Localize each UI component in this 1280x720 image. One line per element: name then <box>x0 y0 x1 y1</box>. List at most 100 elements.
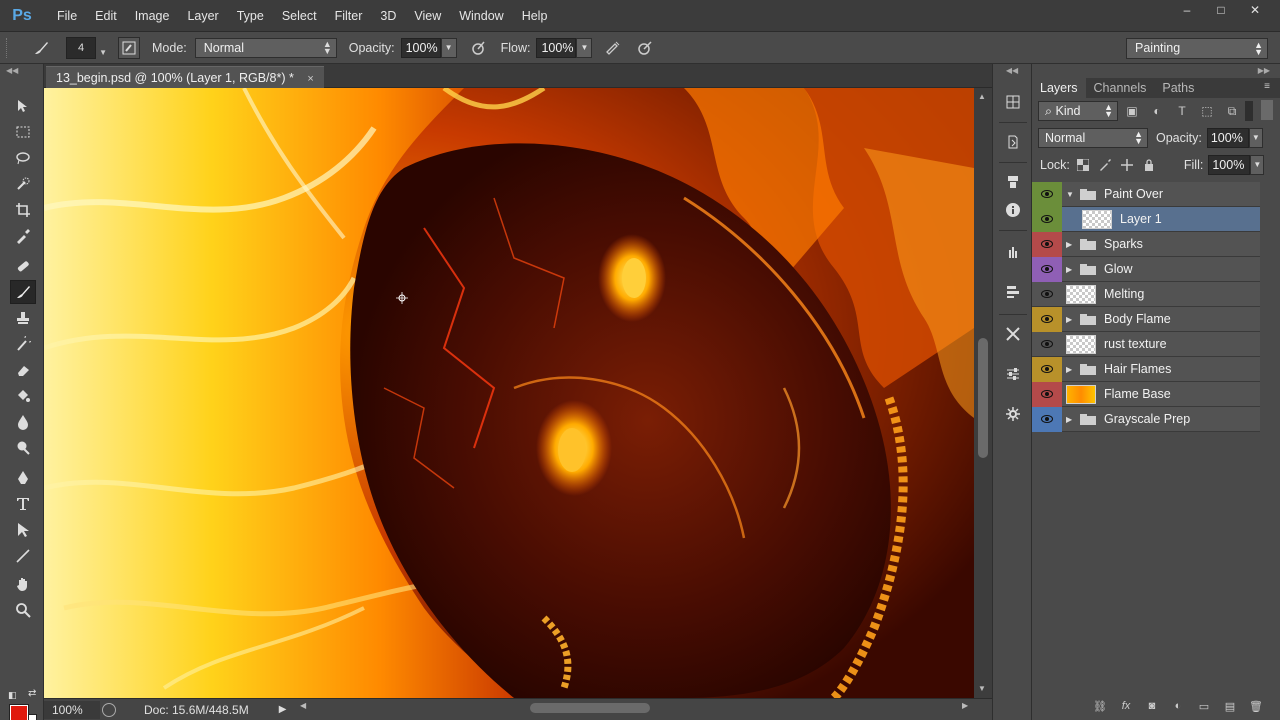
blur-tool[interactable] <box>10 410 36 434</box>
visibility-toggle[interactable] <box>1032 231 1062 257</box>
pen-tool[interactable] <box>10 466 36 490</box>
expand-triangle-icon[interactable]: ▶ <box>1066 265 1078 274</box>
hand-tool[interactable] <box>10 572 36 596</box>
line-tool[interactable] <box>10 544 36 568</box>
canvas-horizontal-scrollbar[interactable]: ◀ ▶ <box>300 701 980 715</box>
add-mask-icon[interactable]: ◙ <box>1142 697 1162 715</box>
swap-colors-icon[interactable]: ⇄ <box>28 688 36 699</box>
visibility-toggle[interactable] <box>1032 206 1062 232</box>
filter-kind-select[interactable]: ⌕ Kind ▲ ▼ <box>1038 101 1118 121</box>
history-brush-tool[interactable] <box>10 332 36 356</box>
filter-pixel-icon[interactable]: ▣ <box>1121 101 1143 121</box>
expand-triangle-icon[interactable]: ▶ <box>1066 315 1078 324</box>
visibility-toggle[interactable] <box>1032 256 1062 282</box>
tab-paths[interactable]: Paths <box>1154 78 1202 98</box>
lasso-tool[interactable] <box>10 146 36 170</box>
expand-triangle-icon[interactable]: ▼ <box>1066 190 1078 199</box>
menu-layer[interactable]: Layer <box>178 0 227 32</box>
layers-scrollbar-thumb[interactable] <box>1261 100 1273 120</box>
visibility-toggle[interactable] <box>1032 282 1062 307</box>
move-tool[interactable] <box>10 94 36 118</box>
layer-row-sparks[interactable]: ▶ Sparks <box>1032 231 1260 257</box>
layer-opacity-dropdown[interactable]: ▼ <box>1248 128 1263 148</box>
visibility-toggle[interactable] <box>1032 356 1062 382</box>
layer-row-grayscale-prep[interactable]: ▶ Grayscale Prep <box>1032 406 1260 432</box>
eyedropper-tool[interactable] <box>10 224 36 248</box>
lock-image-icon[interactable] <box>1096 156 1114 174</box>
healing-brush-tool[interactable] <box>10 254 36 278</box>
menu-view[interactable]: View <box>405 0 450 32</box>
visibility-toggle[interactable] <box>1032 332 1062 357</box>
expand-triangle-icon[interactable]: ▶ <box>1066 365 1078 374</box>
clone-source-button[interactable] <box>1001 280 1025 304</box>
filter-type-icon[interactable]: T <box>1171 101 1193 121</box>
filter-smartobject-icon[interactable]: ⧉ <box>1221 101 1243 121</box>
menu-filter[interactable]: Filter <box>326 0 372 32</box>
status-menu-arrow-icon[interactable]: ▶ <box>279 704 287 715</box>
pressure-opacity-button[interactable] <box>467 37 489 59</box>
layer-row-flame-base[interactable]: Flame Base <box>1032 381 1260 407</box>
filter-toggle-switch[interactable] <box>1245 101 1253 121</box>
menu-help[interactable]: Help <box>513 0 557 32</box>
close-tab-icon[interactable]: × <box>307 73 313 85</box>
flow-dropdown[interactable]: ▼ <box>576 37 593 58</box>
zoom-level-input[interactable]: 100% <box>44 700 100 719</box>
vertical-scroll-thumb[interactable] <box>978 338 988 458</box>
layer-row-body-flame[interactable]: ▶ Body Flame <box>1032 306 1260 332</box>
visibility-toggle[interactable] <box>1032 381 1062 407</box>
3d-panel-button[interactable] <box>1001 402 1025 426</box>
lock-position-icon[interactable] <box>1118 156 1136 174</box>
brush-size-picker[interactable]: 4 ▼ <box>66 36 107 59</box>
visibility-toggle[interactable] <box>1032 306 1062 332</box>
eraser-tool[interactable] <box>10 358 36 382</box>
history-panel-button[interactable] <box>1001 130 1025 154</box>
clone-stamp-tool[interactable] <box>10 306 36 330</box>
collapse-dock-button[interactable]: ◀◀ <box>993 64 1031 78</box>
horizontal-scroll-thumb[interactable] <box>530 703 650 713</box>
menu-window[interactable]: Window <box>450 0 512 32</box>
brush-presets-button[interactable] <box>1001 170 1025 194</box>
menu-type[interactable]: Type <box>228 0 273 32</box>
marquee-tool[interactable] <box>10 120 36 144</box>
info-panel-button[interactable] <box>1001 198 1025 222</box>
pressure-size-button[interactable] <box>634 37 656 59</box>
options-grip[interactable] <box>6 37 12 58</box>
layer-row-hair-flames[interactable]: ▶ Hair Flames <box>1032 356 1260 382</box>
brush-tool[interactable] <box>10 280 36 304</box>
trash-icon[interactable]: 🗑 <box>1246 697 1266 715</box>
mode-select[interactable]: Normal ▲ ▼ <box>194 37 337 58</box>
tab-layers[interactable]: Layers <box>1032 78 1086 98</box>
filter-adjustment-icon[interactable]: ◐ <box>1146 101 1168 121</box>
zoom-tool[interactable] <box>10 598 36 622</box>
workspace-switcher[interactable]: Painting ▲ ▼ <box>1126 38 1268 59</box>
tool-preset-picker[interactable] <box>28 37 54 59</box>
collapse-toolbar-button[interactable]: ◀◀ <box>0 64 43 78</box>
layer-row-melting[interactable]: Melting <box>1032 282 1260 307</box>
collapse-panel-button[interactable]: ▶▶ <box>1032 64 1280 78</box>
maximize-button[interactable]: □ <box>1204 0 1238 20</box>
path-selection-tool[interactable] <box>10 518 36 542</box>
dodge-tool[interactable] <box>10 436 36 460</box>
new-group-icon[interactable]: ▭ <box>1194 697 1214 715</box>
lock-transparent-icon[interactable] <box>1074 156 1092 174</box>
status-info-icon[interactable] <box>102 702 116 717</box>
adjustment-layer-icon[interactable]: ◐ <box>1168 697 1188 715</box>
flow-input[interactable]: 100% <box>536 37 577 58</box>
tab-channels[interactable]: Channels <box>1086 78 1155 98</box>
visibility-toggle[interactable] <box>1032 406 1062 432</box>
opacity-dropdown[interactable]: ▼ <box>440 37 457 58</box>
layer-row-layer-1[interactable]: Layer 1 <box>1032 206 1260 232</box>
expand-triangle-icon[interactable]: ▶ <box>1066 415 1078 424</box>
layer-row-glow[interactable]: ▶ Glow <box>1032 256 1260 282</box>
menu-image[interactable]: Image <box>126 0 179 32</box>
canvas-vertical-scrollbar[interactable]: ▲ ▼ <box>974 88 992 698</box>
scroll-left-icon[interactable]: ◀ <box>300 701 306 710</box>
brush-panel-button[interactable] <box>118 36 140 59</box>
quick-selection-tool[interactable] <box>10 172 36 196</box>
menu-3d[interactable]: 3D <box>371 0 405 32</box>
opacity-input[interactable]: 100% <box>400 37 441 58</box>
link-layers-icon[interactable]: ⛓ <box>1090 697 1110 715</box>
scroll-up-icon[interactable]: ▲ <box>978 92 986 101</box>
tool-presets-button[interactable] <box>1001 240 1025 264</box>
layer-row-rust-texture[interactable]: rust texture <box>1032 332 1260 357</box>
